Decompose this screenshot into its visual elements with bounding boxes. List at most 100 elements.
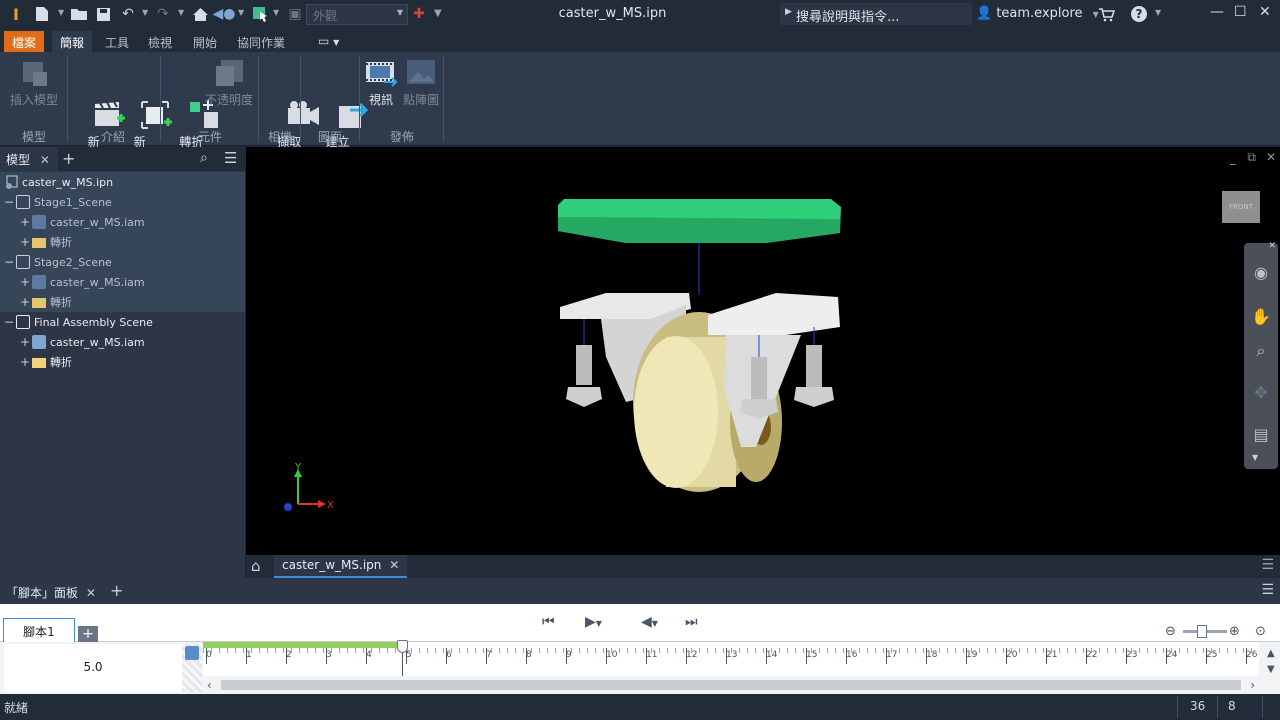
collapse-icon[interactable]: −	[4, 315, 14, 329]
new-file-icon[interactable]	[34, 5, 50, 23]
save-icon[interactable]	[95, 5, 111, 23]
viewcube[interactable]: FRONT	[1222, 191, 1260, 223]
scroll-right-icon[interactable]: ›	[1250, 678, 1255, 692]
tab-get-started[interactable]: 開始	[185, 31, 225, 52]
search-icon[interactable]: ⌕	[200, 150, 208, 166]
video-button[interactable]: 視訊	[363, 56, 399, 107]
home-icon[interactable]	[191, 5, 209, 23]
zoom-slider[interactable]	[1183, 625, 1227, 638]
tree-tweaks[interactable]: + 轉折	[0, 232, 245, 252]
graphics-viewport[interactable]: Y X _ ⧉ ✕ FRONT ✕ ◉ ✋ ⌕ ✥ ▤ ▼	[246, 147, 1280, 555]
expand-icon[interactable]: +	[20, 275, 30, 289]
add-storyboard-button[interactable]: +	[78, 626, 98, 642]
play-icon[interactable]: ▶▼	[585, 614, 602, 630]
home-tab-icon[interactable]: ⌂	[251, 557, 261, 575]
tree-scene-2[interactable]: − Stage2_Scene	[0, 252, 245, 272]
bolt-left[interactable]	[566, 345, 602, 407]
tab-presentation[interactable]: 簡報	[52, 31, 93, 52]
collapse-icon[interactable]: −	[4, 255, 14, 269]
expand-icon[interactable]: +	[20, 235, 30, 249]
close-tab-icon[interactable]: ✕	[40, 153, 50, 167]
help-dropdown-icon[interactable]: ▼	[1155, 8, 1161, 17]
expand-icon[interactable]: +	[20, 295, 30, 309]
close-document-icon[interactable]: ✕	[389, 558, 399, 572]
playhead[interactable]	[397, 640, 408, 676]
cart-icon[interactable]	[1097, 5, 1115, 23]
expand-icon[interactable]: +	[20, 215, 30, 229]
scroll-up-icon[interactable]: ▲	[1267, 648, 1275, 659]
browser-menu-icon[interactable]: ☰	[224, 149, 237, 167]
search-expand-icon[interactable]: ▶	[785, 7, 792, 17]
customize-quick-access-icon[interactable]: ▼	[434, 8, 442, 19]
appearance-select[interactable]: 外觀 ▼	[306, 4, 408, 25]
look-at-icon[interactable]: ▤	[1248, 425, 1274, 447]
open-folder-icon[interactable]	[70, 5, 88, 23]
expand-icon[interactable]: +	[20, 355, 30, 369]
navbar-options-icon[interactable]: ▼	[1252, 453, 1258, 462]
storyboard-tab[interactable]: 腳本1	[3, 618, 75, 642]
add-browser-tab-icon[interactable]: +	[62, 149, 75, 168]
user-account[interactable]: 👤 team.explore ▼	[976, 6, 1099, 21]
viewport-restore-icon[interactable]: ⧉	[1247, 150, 1256, 165]
collapse-timeline-icon[interactable]: ⊙	[1255, 624, 1266, 639]
storyboard-panel-tab[interactable]: 「腳本」面板 ✕	[0, 580, 102, 604]
scroll-left-icon[interactable]: ‹	[207, 678, 212, 692]
tab-model[interactable]: 模型 ✕	[0, 147, 58, 171]
inventor-logo-icon[interactable]: I	[8, 5, 24, 24]
zoom-out-icon[interactable]: ⊖	[1165, 624, 1176, 639]
bolt-right[interactable]	[794, 345, 834, 407]
zoom-slider-thumb[interactable]	[1197, 625, 1207, 638]
tab-menu-icon[interactable]: ☰	[1261, 557, 1274, 573]
select-icon[interactable]	[251, 5, 269, 23]
help-icon[interactable]: ?	[1130, 5, 1148, 23]
add-panel-tab-icon[interactable]: +	[110, 581, 123, 600]
collapse-icon[interactable]: −	[4, 195, 14, 209]
close-icon[interactable]: ✕	[1259, 4, 1271, 20]
tree-tweaks[interactable]: + 轉折	[0, 292, 245, 312]
help-search-input[interactable]: ▶ 搜尋說明與指令...	[780, 3, 972, 25]
undo-icon[interactable]: ↶	[119, 5, 137, 23]
new-dropdown-icon[interactable]: ▼	[58, 8, 64, 17]
tab-tools[interactable]: 工具	[97, 31, 137, 52]
select-dropdown-icon[interactable]: ▼	[273, 8, 279, 17]
zoom-icon[interactable]: ⌕	[1248, 341, 1274, 363]
viewport-minimize-icon[interactable]: _	[1230, 151, 1236, 165]
steering-wheel-icon[interactable]: ◉	[1248, 263, 1274, 285]
adjust-icon[interactable]: ✚	[412, 5, 426, 23]
timeline-ruler[interactable]: 0 1 2 3 4 5 6 7 8 9 10 11 12 13 14 15 16 17 18 19 20 21 22 23 24…	[203, 640, 1259, 676]
navbar-close-icon[interactable]: ✕	[1268, 241, 1276, 251]
close-panel-icon[interactable]: ✕	[86, 586, 96, 600]
ruler-scroll[interactable]: ▲ ▼	[1259, 644, 1280, 678]
zoom-in-icon[interactable]: ⊕	[1229, 624, 1240, 639]
tab-file[interactable]: 檔案	[4, 31, 45, 52]
go-to-end-icon[interactable]: ⏭	[685, 614, 698, 630]
tree-assembly[interactable]: + caster_w_MS.iam	[0, 272, 245, 292]
return-icon[interactable]: ◀●	[213, 5, 236, 23]
panel-menu-icon[interactable]: ☰	[1261, 582, 1274, 598]
tree-assembly[interactable]: + caster_w_MS.iam	[0, 212, 245, 232]
maximize-icon[interactable]: ☐	[1234, 4, 1247, 20]
tree-tweaks[interactable]: + 轉折	[0, 352, 245, 372]
camera-track-icon[interactable]	[185, 646, 199, 660]
tree-scene-1[interactable]: − Stage1_Scene	[0, 192, 245, 212]
ribbon-display-toggle-icon[interactable]: ▭ ▼	[310, 31, 347, 52]
scroll-down-icon[interactable]: ▼	[1267, 664, 1275, 675]
tab-collaborate[interactable]: 協同作業	[229, 31, 293, 52]
viewport-close-icon[interactable]: ✕	[1266, 150, 1276, 164]
minimize-icon[interactable]: —	[1210, 4, 1224, 20]
timeline-scrollbar[interactable]: ‹ ›	[203, 678, 1259, 692]
expand-icon[interactable]: +	[20, 335, 30, 349]
caster-model[interactable]: Y X	[246, 147, 1280, 555]
scrollbar-thumb[interactable]	[221, 680, 1241, 690]
wheel[interactable]	[634, 336, 718, 488]
tree-assembly[interactable]: + caster_w_MS.iam	[0, 332, 245, 352]
reverse-play-icon[interactable]: ◀▼	[641, 614, 658, 630]
tree-scene-3[interactable]: − Final Assembly Scene	[0, 312, 245, 332]
tree-root[interactable]: caster_w_MS.ipn	[0, 172, 245, 192]
document-tab[interactable]: caster_w_MS.ipn ✕	[274, 555, 408, 578]
return-dropdown-icon[interactable]: ▼	[238, 8, 244, 17]
right-bracket[interactable]	[708, 293, 840, 335]
pan-hand-icon[interactable]: ✋	[1248, 307, 1274, 329]
tab-view[interactable]: 檢視	[140, 31, 180, 52]
undo-dropdown-icon[interactable]: ▼	[142, 8, 148, 17]
